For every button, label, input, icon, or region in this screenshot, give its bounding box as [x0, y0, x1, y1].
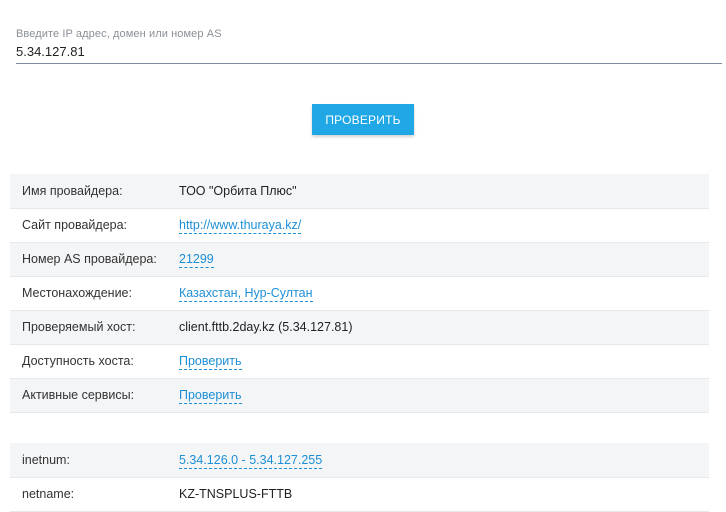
search-input[interactable]: [16, 44, 722, 64]
check-availability-link[interactable]: Проверить: [179, 354, 242, 370]
table-row: Доступность хоста: Проверить: [10, 344, 709, 378]
table-row: netname: KZ-TNSPLUS-FTTB: [10, 477, 709, 511]
check-button[interactable]: ПРОВЕРИТЬ: [312, 104, 414, 135]
as-number-link[interactable]: 21299: [179, 252, 214, 268]
row-key-active-services: Активные сервисы:: [22, 388, 135, 402]
location-link[interactable]: Казахстан, Нур-Султан: [179, 286, 313, 302]
table-row: Номер AS провайдера: 21299: [10, 242, 709, 276]
row-key-provider-name: Имя провайдера:: [22, 183, 123, 198]
row-key-inetnum: inetnum:: [22, 452, 70, 467]
search-section: Введите IP адрес, домен или номер AS: [16, 28, 722, 64]
table-row: inetnum: 5.34.126.0 - 5.34.127.255: [10, 443, 709, 477]
row-key-as-number: Номер AS провайдера:: [22, 252, 157, 266]
search-label: Введите IP адрес, домен или номер AS: [16, 28, 222, 40]
button-row: ПРОВЕРИТЬ: [0, 104, 726, 135]
table-row: Активные сервисы: Проверить: [10, 378, 709, 412]
row-key-netname: netname:: [22, 487, 75, 501]
table-row: Проверяемый хост: client.fttb.2day.kz (5…: [10, 310, 709, 344]
row-key-location: Местонахождение:: [22, 286, 132, 300]
table-row: Сайт провайдера: http://www.thuraya.kz/: [10, 208, 709, 242]
row-key-host-availability: Доступность хоста:: [22, 354, 134, 368]
inetnum-link[interactable]: 5.34.126.0 - 5.34.127.255: [179, 452, 323, 469]
provider-site-link[interactable]: http://www.thuraya.kz/: [179, 218, 302, 234]
whois-table: inetnum: 5.34.126.0 - 5.34.127.255 netna…: [10, 443, 709, 512]
row-key-provider-site: Сайт провайдера:: [22, 218, 128, 232]
row-value-checked-host: client.fttb.2day.kz (5.34.127.81): [179, 320, 353, 334]
row-value-netname: KZ-TNSPLUS-FTTB: [179, 487, 293, 501]
row-key-checked-host: Проверяемый хост:: [22, 320, 136, 334]
check-services-link[interactable]: Проверить: [179, 388, 242, 404]
row-value-provider-name: ТОО "Орбита Плюс": [179, 183, 297, 198]
table-row: Местонахождение: Казахстан, Нур-Султан: [10, 276, 709, 310]
provider-info-table: Имя провайдера: ТОО "Орбита Плюс" Сайт п…: [10, 174, 709, 413]
table-row: Имя провайдера: ТОО "Орбита Плюс": [10, 174, 709, 208]
